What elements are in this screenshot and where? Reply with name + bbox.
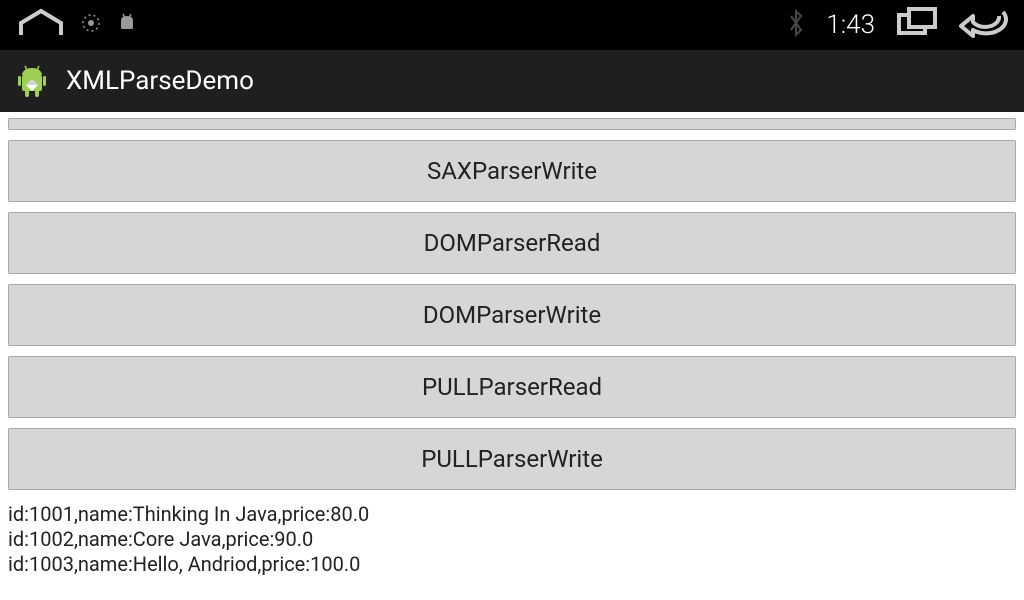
sax-parser-write-button[interactable]: SAXParserWrite [8, 140, 1016, 202]
button-label: PULLParserWrite [421, 445, 603, 473]
recent-apps-icon[interactable] [895, 7, 939, 43]
dom-parser-write-button[interactable]: DOMParserWrite [8, 284, 1016, 346]
button-label: PULLParserRead [422, 373, 602, 401]
status-bar: 1:43 [0, 0, 1024, 50]
button-label: DOMParserRead [424, 229, 601, 257]
gps-icon [79, 11, 103, 39]
button-label: SAXParserWrite [427, 157, 597, 185]
output-line: id:1002,name:Core Java,price:90.0 [8, 527, 1016, 552]
button-label: DOMParserWrite [423, 301, 601, 329]
output-line: id:1003,name:Hello, Andriod,price:100.0 [8, 552, 1016, 577]
action-bar: XMLParseDemo [0, 50, 1024, 112]
status-clock: 1:43 [826, 10, 875, 40]
dom-parser-read-button[interactable]: DOMParserRead [8, 212, 1016, 274]
app-icon [12, 61, 52, 101]
pull-parser-read-button[interactable]: PULLParserRead [8, 356, 1016, 418]
android-icon [115, 11, 139, 39]
app-title: XMLParseDemo [66, 66, 254, 96]
back-icon[interactable] [959, 6, 1009, 44]
content-area: SAXParserWrite DOMParserRead DOMParserWr… [0, 112, 1024, 600]
bluetooth-icon [786, 8, 806, 42]
home-icon[interactable] [15, 7, 67, 43]
output-line: id:1001,name:Thinking In Java,price:80.0 [8, 502, 1016, 527]
output-text: id:1001,name:Thinking In Java,price:80.0… [8, 502, 1016, 577]
partial-button-top[interactable] [8, 118, 1016, 130]
pull-parser-write-button[interactable]: PULLParserWrite [8, 428, 1016, 490]
